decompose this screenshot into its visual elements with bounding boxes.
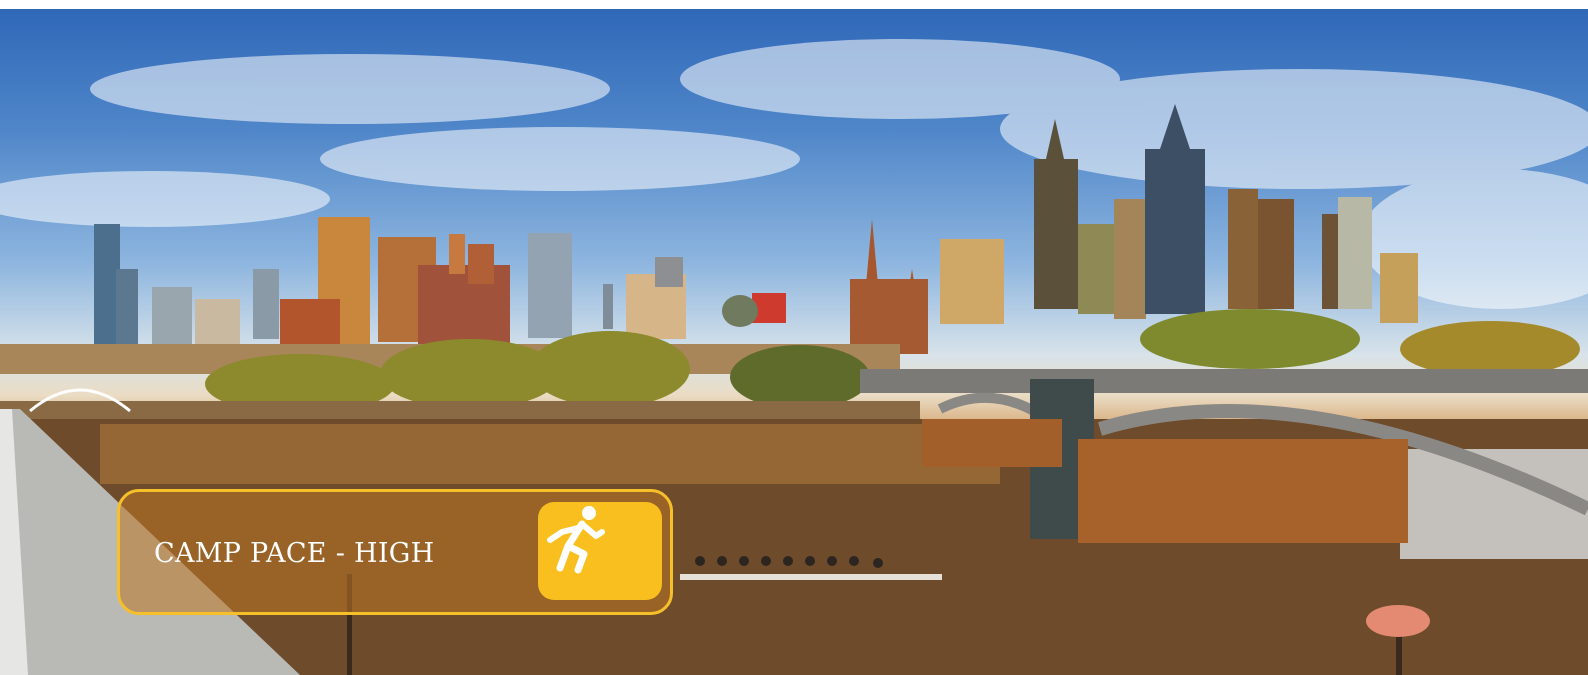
camp-pace-card: CAMP PACE - HIGH: [117, 489, 673, 615]
running-person-icon: [547, 506, 605, 574]
hero-banner: CAMP PACE - HIGH: [0, 9, 1588, 675]
camp-pace-label: CAMP PACE - HIGH: [154, 538, 435, 569]
pace-icon-tile: [538, 502, 662, 600]
